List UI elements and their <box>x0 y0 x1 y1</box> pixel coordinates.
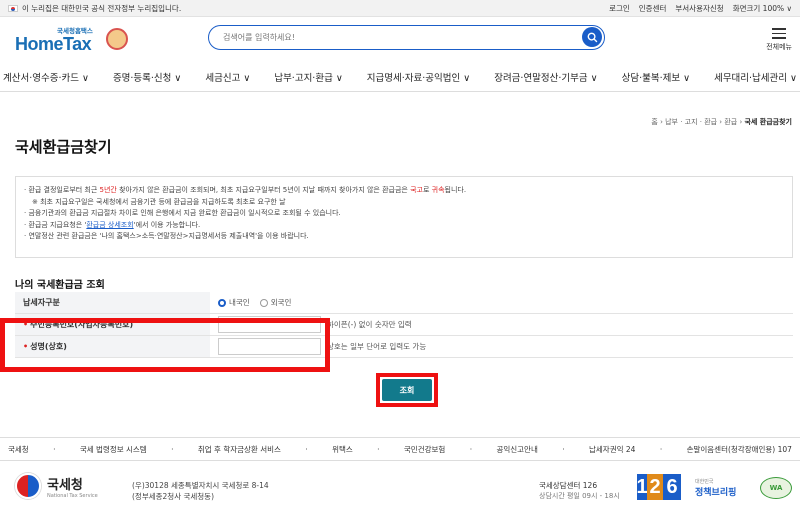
nav-payment[interactable]: 납부·고지·환급 ∨ <box>274 70 342 84</box>
breadcrumb-current: 국세 환급금찾기 <box>744 118 792 126</box>
search-input[interactable] <box>223 33 563 42</box>
mascot-icon <box>106 28 128 50</box>
all-menu-label: 전체메뉴 <box>766 42 792 51</box>
nav-agent[interactable]: 세무대리·납세관리 ∨ <box>714 70 797 84</box>
footer-link-nhis[interactable]: 국민건강보험 <box>404 444 445 455</box>
footer-link-rights[interactable]: 납세자권익 24 <box>589 444 635 455</box>
top-links: 로그인 인증센터 부서사용자신청 화면크기 100% ∨ <box>609 3 792 14</box>
nts-emblem-icon <box>15 473 41 499</box>
radio-domestic[interactable]: 내국인 <box>218 297 250 308</box>
id-number-input[interactable] <box>218 316 321 333</box>
nav-consult[interactable]: 상담·불복·제보 ∨ <box>622 70 690 84</box>
id-number-row: • 주민등록번호(사업자등록번호) 하이픈(-) 없이 숫자만 입력 <box>15 314 793 336</box>
notice-line-4: · 환급금 지급요청은 '환급금 상세조회'에서 이용 가능합니다. <box>24 220 201 229</box>
id-number-label: • 주민등록번호(사업자등록번호) <box>15 314 210 335</box>
search-icon <box>587 32 597 42</box>
name-input[interactable] <box>218 338 321 355</box>
nts-logo: 국세청 National Tax Service <box>15 473 98 499</box>
breadcrumb: 홈 › 납부 · 고지 · 환급 › 환급 › 국세 환급금찾기 <box>651 117 792 127</box>
refund-detail-link[interactable]: 환급금 상세조회 <box>86 221 133 229</box>
gov-notice-text: 이 누리집은 대한민국 공식 전자정부 누리집입니다. <box>22 3 182 13</box>
name-label: • 성명(상호) <box>15 336 210 357</box>
refund-search-form: 납세자구분 내국인 외국인 • 주민등록번호(사업자등록번호) 하이픈(-) 없이… <box>15 292 793 358</box>
page-title: 국세환급금찾기 <box>15 138 112 156</box>
footer-link-whistle[interactable]: 공익신고안내 <box>496 444 537 455</box>
cert-center-link[interactable]: 인증센터 <box>639 3 667 14</box>
nav-tax-filing[interactable]: 세금신고 ∨ <box>205 70 250 84</box>
header: 국세청홈택스 HomeTax 전체메뉴 <box>0 17 800 62</box>
zoom-select[interactable]: 화면크기 100% ∨ <box>733 3 792 14</box>
notice-line-3: · 금융기관과의 환급금 지급절차 차이로 인해 은행에서 지금 완료한 환급금… <box>24 209 341 217</box>
call-center-info: 국세상담센터 126 상담시간 평일 09시 - 18시 <box>539 481 620 500</box>
taxpayer-type-label: 납세자구분 <box>15 292 210 313</box>
logo-text: HomeTax <box>15 34 92 54</box>
radio-checked-icon <box>218 298 226 307</box>
footer-link-relay[interactable]: 손말이음센터(청각장애인용) 107 <box>687 444 792 455</box>
main-nav: 계산서·영수증·카드 ∨ 증명·등록·신청 ∨ 세금신고 ∨ 납부·고지·환급 … <box>0 62 800 92</box>
policy-briefing-logo[interactable]: 대한민국 정책브리핑 <box>695 478 736 498</box>
footer-link-wetax[interactable]: 위택스 <box>332 444 353 455</box>
footer-link-student-loan[interactable]: 취업 후 학자금상환 서비스 <box>198 444 281 455</box>
footer-link-law[interactable]: 국세 법령정보 시스템 <box>80 444 147 455</box>
all-menu-button[interactable]: 전체메뉴 <box>766 25 792 52</box>
nav-statements[interactable]: 지급명세·자료·공익법인 ∨ <box>367 70 470 84</box>
name-hint: 상호는 일부 단어로 입력도 가능 <box>327 342 427 351</box>
id-number-hint: 하이픈(-) 없이 숫자만 입력 <box>327 320 412 329</box>
nts-name-en: National Tax Service <box>47 492 98 499</box>
footer-link-nts[interactable]: 국세청 <box>8 444 29 455</box>
call-126-logo: 1 2 6 <box>636 474 681 500</box>
taxpayer-type-row: 납세자구분 내국인 외국인 <box>15 292 793 314</box>
notice-line-5: · 연말정산 관련 환급금은 '나의 홈택스>소득·연말정산>지급명세서등 제출… <box>24 232 309 240</box>
footer: 국세청 National Tax Service (우)30128 세종특별자치시… <box>0 462 800 516</box>
dept-user-link[interactable]: 부서사용자신청 <box>675 3 723 14</box>
section-title: 나의 국세환급금 조회 <box>15 280 105 291</box>
lookup-button[interactable]: 조회 <box>382 379 432 401</box>
wa-mark-icon: WA <box>760 477 792 499</box>
login-link[interactable]: 로그인 <box>609 3 630 14</box>
korea-flag-icon <box>8 4 18 12</box>
nav-incentives[interactable]: 장려금·연말정산·기부금 ∨ <box>494 70 597 84</box>
radio-unchecked-icon <box>259 298 268 307</box>
footer-address: (우)30128 세종특별자치시 국세청로 8-14 (정부세종2청사 국세청동… <box>132 481 269 501</box>
nav-certificate[interactable]: 증명·등록·신청 ∨ <box>113 70 181 84</box>
notice-box: · 환급 결정일로부터 최근 5년간 찾아가지 않은 환급금이 조회되며, 최초… <box>15 176 793 258</box>
hometax-logo[interactable]: 국세청홈택스 HomeTax <box>15 25 128 55</box>
nav-invoice[interactable]: 계산서·영수증·카드 ∨ <box>3 70 89 84</box>
search-bar <box>208 25 605 50</box>
gov-topbar: 이 누리집은 대한민국 공식 전자정부 누리집입니다. 로그인 인증센터 부서사… <box>0 0 800 17</box>
nts-name: 국세청 <box>47 477 83 493</box>
search-button[interactable] <box>582 27 602 47</box>
name-row: • 성명(상호) 상호는 일부 단어로 입력도 가능 <box>15 336 793 358</box>
hamburger-icon <box>772 28 787 39</box>
radio-foreigner[interactable]: 외국인 <box>259 297 291 308</box>
notice-line-1: · 환급 결정일로부터 최근 5년간 찾아가지 않은 환급금이 조회되며, 최초… <box>24 186 467 194</box>
notice-line-2: ※ 최초 지급요구일은 국세청에서 금융기관 등에 환급금을 지급하도록 최초로… <box>32 197 286 206</box>
footer-links: 국세청 · 국세 법령정보 시스템 · 취업 후 학자금상환 서비스 · 위택스… <box>0 437 800 461</box>
breadcrumb-path[interactable]: 홈 › 납부 · 고지 · 환급 › 환급 › <box>651 118 744 126</box>
gov-notice: 이 누리집은 대한민국 공식 전자정부 누리집입니다. <box>8 3 181 14</box>
